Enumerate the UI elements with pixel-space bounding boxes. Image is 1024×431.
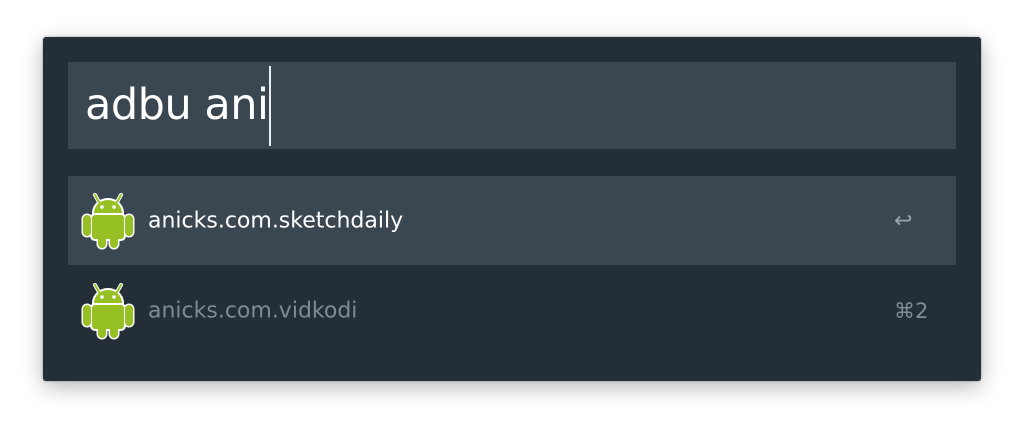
result-title: anicks.com.sketchdaily (148, 208, 404, 233)
android-icon (81, 283, 135, 340)
text-cursor (269, 65, 271, 146)
search-input[interactable]: adbu ani (68, 62, 956, 149)
return-key-shortcut: ↩ (894, 208, 913, 233)
cmd-2-shortcut: ⌘2 (894, 298, 929, 323)
result-item-vidkodi[interactable]: anicks.com.vidkodi ⌘2 (68, 266, 956, 355)
android-icon (81, 193, 135, 250)
result-item-sketchdaily[interactable]: anicks.com.sketchdaily ↩ (68, 176, 956, 265)
result-title: anicks.com.vidkodi (148, 298, 358, 323)
launcher-window: adbu ani anicks.com.sketchdaily ↩ anicks… (43, 37, 981, 381)
search-query-text: adbu ani (85, 80, 269, 130)
